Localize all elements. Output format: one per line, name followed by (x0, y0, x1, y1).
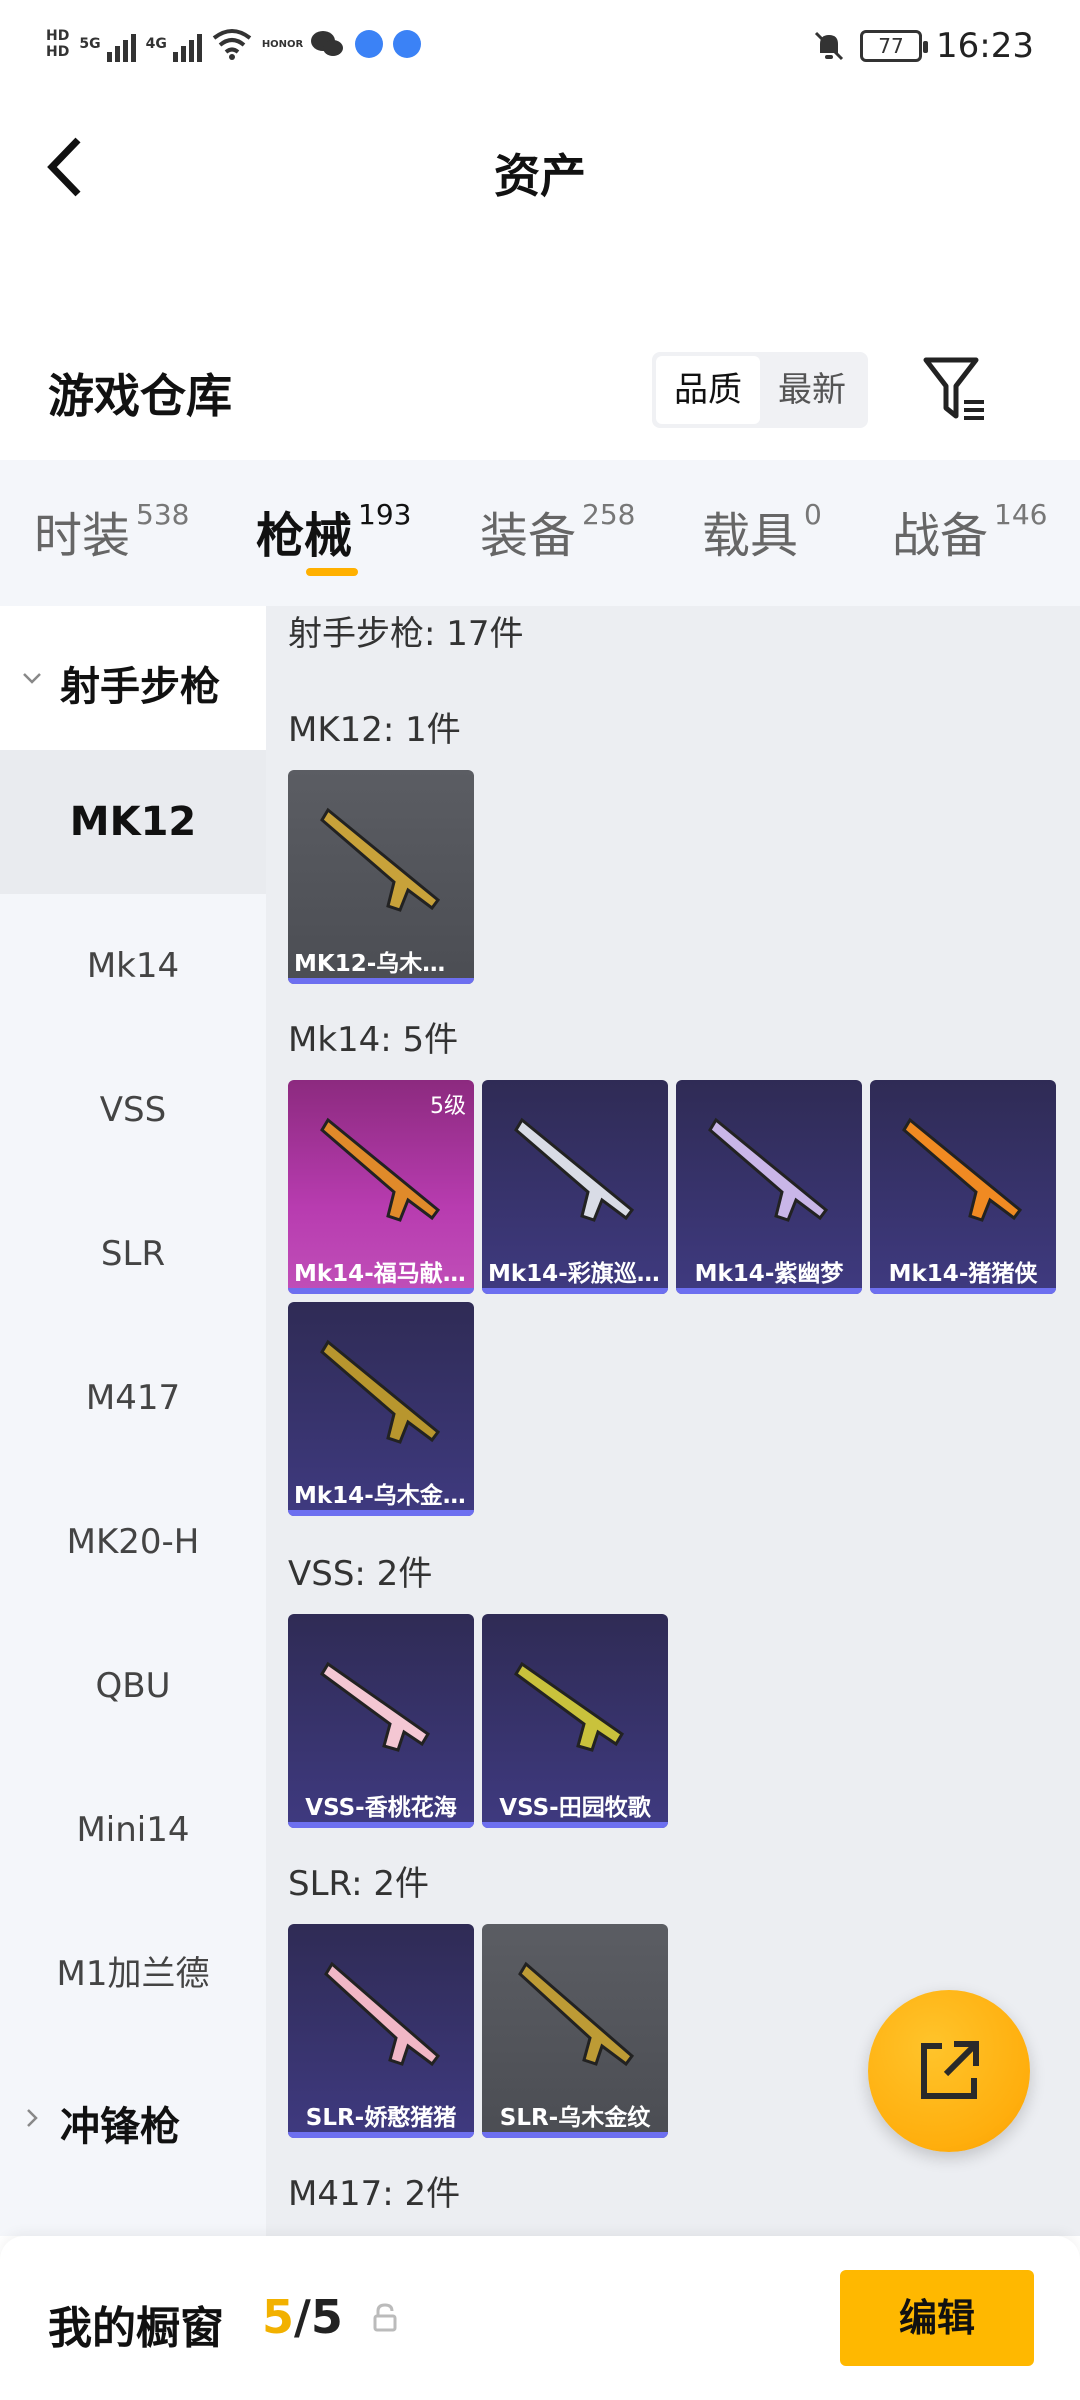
sidebar-item-mk12[interactable]: MK12 (0, 750, 266, 894)
clock: 16:23 (936, 26, 1034, 66)
wechat-icon (311, 31, 344, 56)
chevron-right-icon (27, 2109, 38, 2127)
signal-icon-2 (172, 26, 202, 62)
rifle-icon (514, 1661, 625, 1752)
lock-icon (373, 2303, 397, 2332)
hd-indicator: HD HD (46, 28, 70, 60)
section-label-mk14: Mk14: 5件 (288, 1020, 459, 1060)
page-title: 资产 (494, 149, 586, 203)
rarity-bar (676, 1288, 862, 1294)
signal-icon (106, 26, 136, 62)
skin-card[interactable]: Mk14-猪猪侠 (870, 1080, 1056, 1294)
rifle-icon (320, 1339, 441, 1444)
rifle-icon (324, 1961, 441, 2067)
sidebar-group-marksman[interactable]: 射手步枪 (0, 606, 266, 750)
category-total: 射手步枪: 17件 (288, 614, 524, 654)
battery-icon: 77 (860, 30, 929, 62)
sidebar-item-slr[interactable]: SLR (0, 1182, 266, 1326)
rifle-icon (518, 1961, 635, 2067)
sidebar-item-m417[interactable]: M417 (0, 1326, 266, 1470)
sidebar-item-vss[interactable]: VSS (0, 1038, 266, 1182)
rifle-icon (514, 1117, 635, 1222)
skin-card[interactable]: MK12-乌木金... (288, 770, 474, 984)
tab-weapons[interactable]: 枪械 193 (256, 496, 411, 566)
showcase-bar: 我的橱窗 5/5 编辑 (0, 2236, 1080, 2400)
honor-app-icon: HONOR (261, 38, 304, 50)
mute-bell-icon (814, 31, 844, 61)
share-icon (921, 2041, 979, 2099)
rarity-bar (288, 978, 474, 984)
section-label-slr: SLR: 2件 (288, 1864, 429, 1904)
chevron-down-icon (23, 673, 41, 684)
network-5g-label: 5G (79, 36, 101, 52)
showcase-count: 5/5 (262, 2290, 343, 2344)
rarity-bar (288, 2132, 474, 2138)
filter-icon[interactable] (922, 354, 988, 426)
level-badge: 5级 (430, 1094, 466, 1119)
skin-card[interactable]: VSS-田园牧歌 (482, 1614, 668, 1828)
skin-card[interactable]: Mk14-紫幽梦 (676, 1080, 862, 1294)
tab-equipment[interactable]: 装备 258 (480, 496, 635, 566)
rifle-icon (320, 1117, 441, 1222)
showcase-title: 我的橱窗 (48, 2303, 224, 2354)
sidebar-group-smg[interactable]: 冲锋枪 (0, 2046, 266, 2190)
section-label-m417: M417: 2件 (288, 2174, 461, 2214)
sort-toggle: 品质 最新 (652, 352, 868, 428)
tab-fashion[interactable]: 时装 538 (34, 496, 189, 566)
wifi-icon (212, 29, 252, 60)
rarity-bar (288, 1510, 474, 1516)
browser-icon-2 (393, 30, 422, 58)
status-bar: HD HD 5G 4G HONOR 77 16:23 (0, 0, 1080, 100)
sidebar-item-qbu[interactable]: QBU (0, 1614, 266, 1758)
sidebar-item-mini14[interactable]: Mini14 (0, 1758, 266, 1902)
rarity-bar (482, 1822, 668, 1828)
sidebar-item-mk20h[interactable]: MK20-H (0, 1470, 266, 1614)
warehouse-header: 游戏仓库 品质 最新 (0, 330, 1080, 450)
category-tabs: 时装 538 枪械 193 装备 258 载具 0 战备 146 (0, 460, 1080, 606)
skin-card[interactable]: 5级 Mk14-福马献... (288, 1080, 474, 1294)
tab-vehicles[interactable]: 载具 0 (702, 496, 822, 566)
sidebar-item-m1garand[interactable]: M1加兰德 (0, 1902, 266, 2046)
rifle-icon (902, 1117, 1023, 1222)
active-tab-indicator (306, 568, 358, 576)
rifle-icon (708, 1117, 829, 1222)
skin-card[interactable]: SLR-娇憨猪猪 (288, 1924, 474, 2138)
warehouse-title: 游戏仓库 (48, 369, 232, 423)
rifle-icon (320, 1661, 431, 1752)
section-label-mk12: MK12: 1件 (288, 710, 461, 750)
rarity-bar (288, 1288, 474, 1294)
browser-icon (355, 30, 384, 58)
sort-newest-button[interactable]: 最新 (760, 356, 864, 424)
tab-supplies[interactable]: 战备 146 (892, 496, 1047, 566)
sort-quality-button[interactable]: 品质 (656, 356, 760, 424)
skin-card[interactable]: SLR-乌木金纹 (482, 1924, 668, 2138)
rarity-bar (482, 2132, 668, 2138)
skin-card[interactable]: Mk14-彩旗巡... (482, 1080, 668, 1294)
skin-card[interactable]: VSS-香桃花海 (288, 1614, 474, 1828)
rarity-bar (482, 1288, 668, 1294)
rarity-bar (870, 1288, 1056, 1294)
rarity-bar (288, 1822, 474, 1828)
edit-button[interactable]: 编辑 (840, 2270, 1034, 2366)
share-fab-button[interactable] (868, 1990, 1030, 2152)
rifle-icon (320, 807, 441, 912)
app-header: 资产 (0, 100, 1080, 240)
skin-card[interactable]: Mk14-乌木金... (288, 1302, 474, 1516)
weapon-sidebar: 射手步枪 MK12 Mk14 VSS SLR M417 MK20-H QBU M… (0, 606, 266, 2236)
sidebar-item-mk14[interactable]: Mk14 (0, 894, 266, 1038)
network-4g-label: 4G (145, 36, 167, 52)
section-label-vss: VSS: 2件 (288, 1554, 433, 1594)
